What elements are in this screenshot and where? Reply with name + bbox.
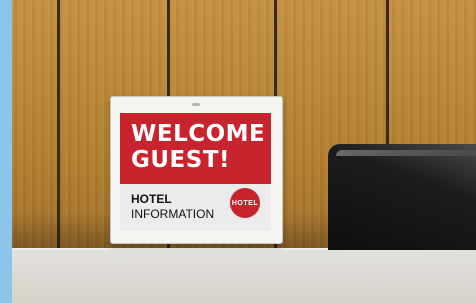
hotel-subtitle: INFORMATION: [131, 207, 215, 221]
e-paper-sign-device: WELCOME GUEST! HOTEL INFORMATION HOTEL: [110, 96, 283, 244]
welcome-headline: WELCOME GUEST!: [131, 121, 266, 173]
sign-screen: WELCOME GUEST! HOTEL INFORMATION HOTEL: [120, 113, 271, 231]
welcome-banner: WELCOME GUEST!: [120, 113, 271, 184]
hotel-badge: HOTEL: [230, 188, 260, 218]
scene: WELCOME GUEST! HOTEL INFORMATION HOTEL: [0, 0, 476, 303]
computer-monitor: [328, 144, 476, 250]
welcome-line-1: WELCOME: [131, 121, 266, 147]
info-area: HOTEL INFORMATION HOTEL: [120, 184, 271, 231]
device-sensor-dot: [192, 103, 200, 106]
monitor-highlight: [336, 150, 476, 156]
left-blue-stripe: [0, 0, 12, 303]
stone-counter: [12, 250, 476, 303]
welcome-line-2: GUEST!: [131, 147, 231, 173]
hotel-title: HOTEL: [131, 192, 172, 206]
